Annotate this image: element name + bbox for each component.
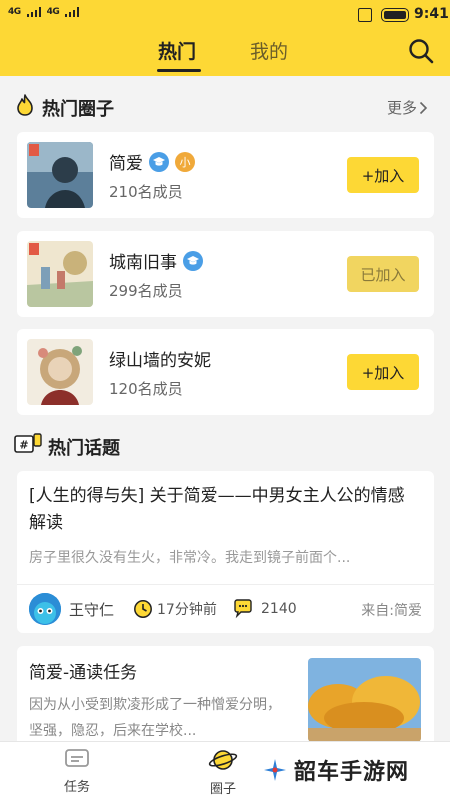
topic-image [308,658,421,742]
nav-label-circle: 圈子 [209,782,236,797]
circle-card[interactable]: 城南旧事 299名成员 已加入 [17,231,434,317]
circle-thumbnail [27,241,93,307]
hot-topics-title: 热门话题 [48,438,120,459]
chevron-right-icon [419,101,428,114]
topic-title[interactable]: 简爱-通读任务 [29,658,137,683]
post-time-label: 17分钟前 [157,602,217,618]
nav-label-task: 任务 [63,780,90,795]
graduation-cap-icon [149,151,169,172]
more-label: 更多 [387,99,418,117]
join-button[interactable]: +加入 [347,157,419,193]
graduation-cap-icon [183,250,203,271]
join-button[interactable]: +加入 [347,354,419,390]
circle-thumbnail [27,339,93,405]
battery-icon [381,8,409,22]
circle-card[interactable]: 绿山墙的安妮 120名成员 +加入 [17,329,434,415]
circle-thumbnail [27,142,93,208]
avatar[interactable] [29,593,61,625]
signal-icon [26,7,41,17]
more-link[interactable]: 更多 [387,97,428,118]
tab-mine[interactable]: 我的 [250,37,288,64]
clock-icon [134,600,152,618]
topic-source[interactable]: 来自:简爱 [361,600,422,620]
signal-indicators: 4G 4G [8,7,80,17]
watermark-text: 韶车手游网 [294,760,410,785]
author-name[interactable]: 王守仁 [69,599,114,620]
nav-item-task[interactable]: 任务 [42,748,112,795]
joined-button[interactable]: 已加入 [347,256,419,292]
signal-1-label: 4G [8,7,21,17]
search-icon[interactable] [408,38,434,64]
small-badge: 小 [175,151,195,172]
comment-count: 2140 [233,599,297,619]
status-time: 9:41 [414,6,449,22]
member-count: 299名成员 [109,282,183,300]
tab-hot[interactable]: 热门 [158,37,196,64]
comment-count-label: 2140 [261,601,297,617]
watermark-logo-icon [264,759,286,781]
task-icon [65,749,89,767]
post-time: 17分钟前 [133,599,217,619]
topic-title[interactable]: [人生的得与失] 关于简爱——中男女主人公的情感解读 [29,483,421,537]
circle-name: 城南旧事 [109,253,177,273]
site-watermark: 韶车手游网 [262,754,409,786]
status-bar: 4G 4G 9:41 [0,0,450,30]
topic-footer: 王守仁 17分钟前 2140 来自:简爱 [17,584,434,630]
active-tab-indicator [157,69,201,72]
topic-card[interactable]: 简爱-通读任务 因为从小受到欺凌形成了一种憎爱分明，坚强，隐忍，后来在学校... [17,646,434,756]
signal-icon [65,7,80,17]
nav-item-circle[interactable]: 圈子 [188,748,258,797]
svg-text:#: # [19,439,28,452]
app-header: 4G 4G 9:41 热门 我的 [0,0,450,76]
circle-name: 绿山墙的安妮 [109,351,211,371]
topic-excerpt: 因为从小受到欺凌形成了一种憎爱分明，坚强，隐忍，后来在学校... [29,697,281,739]
topic-excerpt: 房子里很久没有生火，非常冷。我走到镜子前面个... [29,550,351,566]
hot-circles-title: 热门圈子 [42,99,114,120]
planet-icon [208,750,238,770]
signal-2-label: 4G [46,7,60,17]
flame-icon [17,94,33,116]
circle-card[interactable]: 简爱 小 210名成员 +加入 [17,132,434,218]
member-count: 210名成员 [109,183,183,201]
topic-hashtag-icon: # [14,433,42,453]
topic-card[interactable]: [人生的得与失] 关于简爱——中男女主人公的情感解读 房子里很久没有生火，非常冷… [17,471,434,633]
circle-name: 简爱 [109,154,143,174]
member-count: 120名成员 [109,380,183,398]
comment-icon [234,599,252,619]
vibrate-icon [358,8,372,22]
